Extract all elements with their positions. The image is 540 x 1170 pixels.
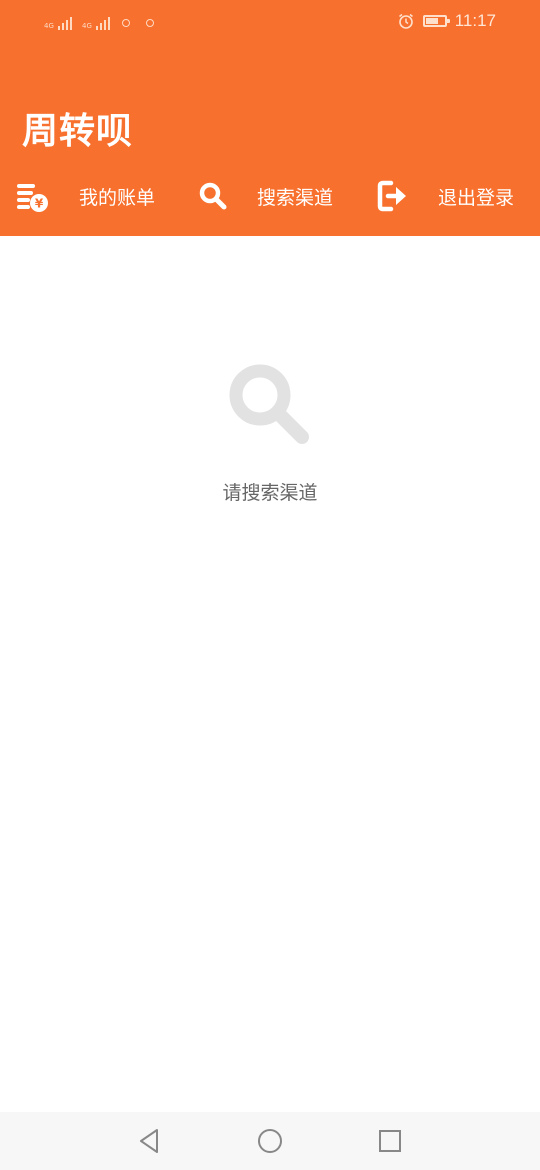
coins-bill-icon: ¥ <box>17 184 48 212</box>
nav-search-channel[interactable]: 搜索渠道 <box>198 172 333 220</box>
app-header: 4G 4G 11:17 周转呗 ¥ 我的账单 搜索渠道 退出登录 <box>0 0 540 236</box>
header-nav: ¥ 我的账单 搜索渠道 退出登录 <box>0 172 540 220</box>
signal-bars-1-icon <box>58 16 72 30</box>
notification-icon-2 <box>146 19 154 27</box>
notification-icon <box>122 19 130 27</box>
nav-logout-label: 退出登录 <box>438 186 515 209</box>
system-nav-bar <box>0 1112 540 1170</box>
sign-out-icon <box>377 180 406 212</box>
signal-indicators: 4G 4G <box>44 10 154 30</box>
signal-bars-2-icon <box>96 16 110 30</box>
battery-icon <box>422 15 450 27</box>
nav-my-bills[interactable]: ¥ 我的账单 <box>16 172 155 220</box>
search-icon <box>199 182 227 210</box>
back-triangle-icon[interactable] <box>135 1126 165 1156</box>
status-bar: 4G 4G 11:17 <box>0 0 540 42</box>
recents-square-icon[interactable] <box>375 1126 405 1156</box>
status-right: 11:17 <box>397 10 496 32</box>
home-circle-icon[interactable] <box>255 1126 285 1156</box>
search-icon <box>229 364 309 444</box>
network-type-1: 4G <box>44 22 54 30</box>
empty-state-text: 请搜索渠道 <box>222 482 318 504</box>
status-time: 11:17 <box>454 11 496 30</box>
empty-state: 请搜索渠道 <box>0 360 540 505</box>
nav-logout[interactable]: 退出登录 <box>377 172 514 220</box>
nav-my-bills-label: 我的账单 <box>79 186 156 209</box>
svg-text:¥: ¥ <box>35 197 44 211</box>
app-title: 周转呗 <box>22 111 134 152</box>
network-type-2: 4G <box>82 22 92 30</box>
alarm-icon <box>398 13 413 29</box>
nav-search-channel-label: 搜索渠道 <box>257 186 334 209</box>
battery-level <box>425 18 439 24</box>
